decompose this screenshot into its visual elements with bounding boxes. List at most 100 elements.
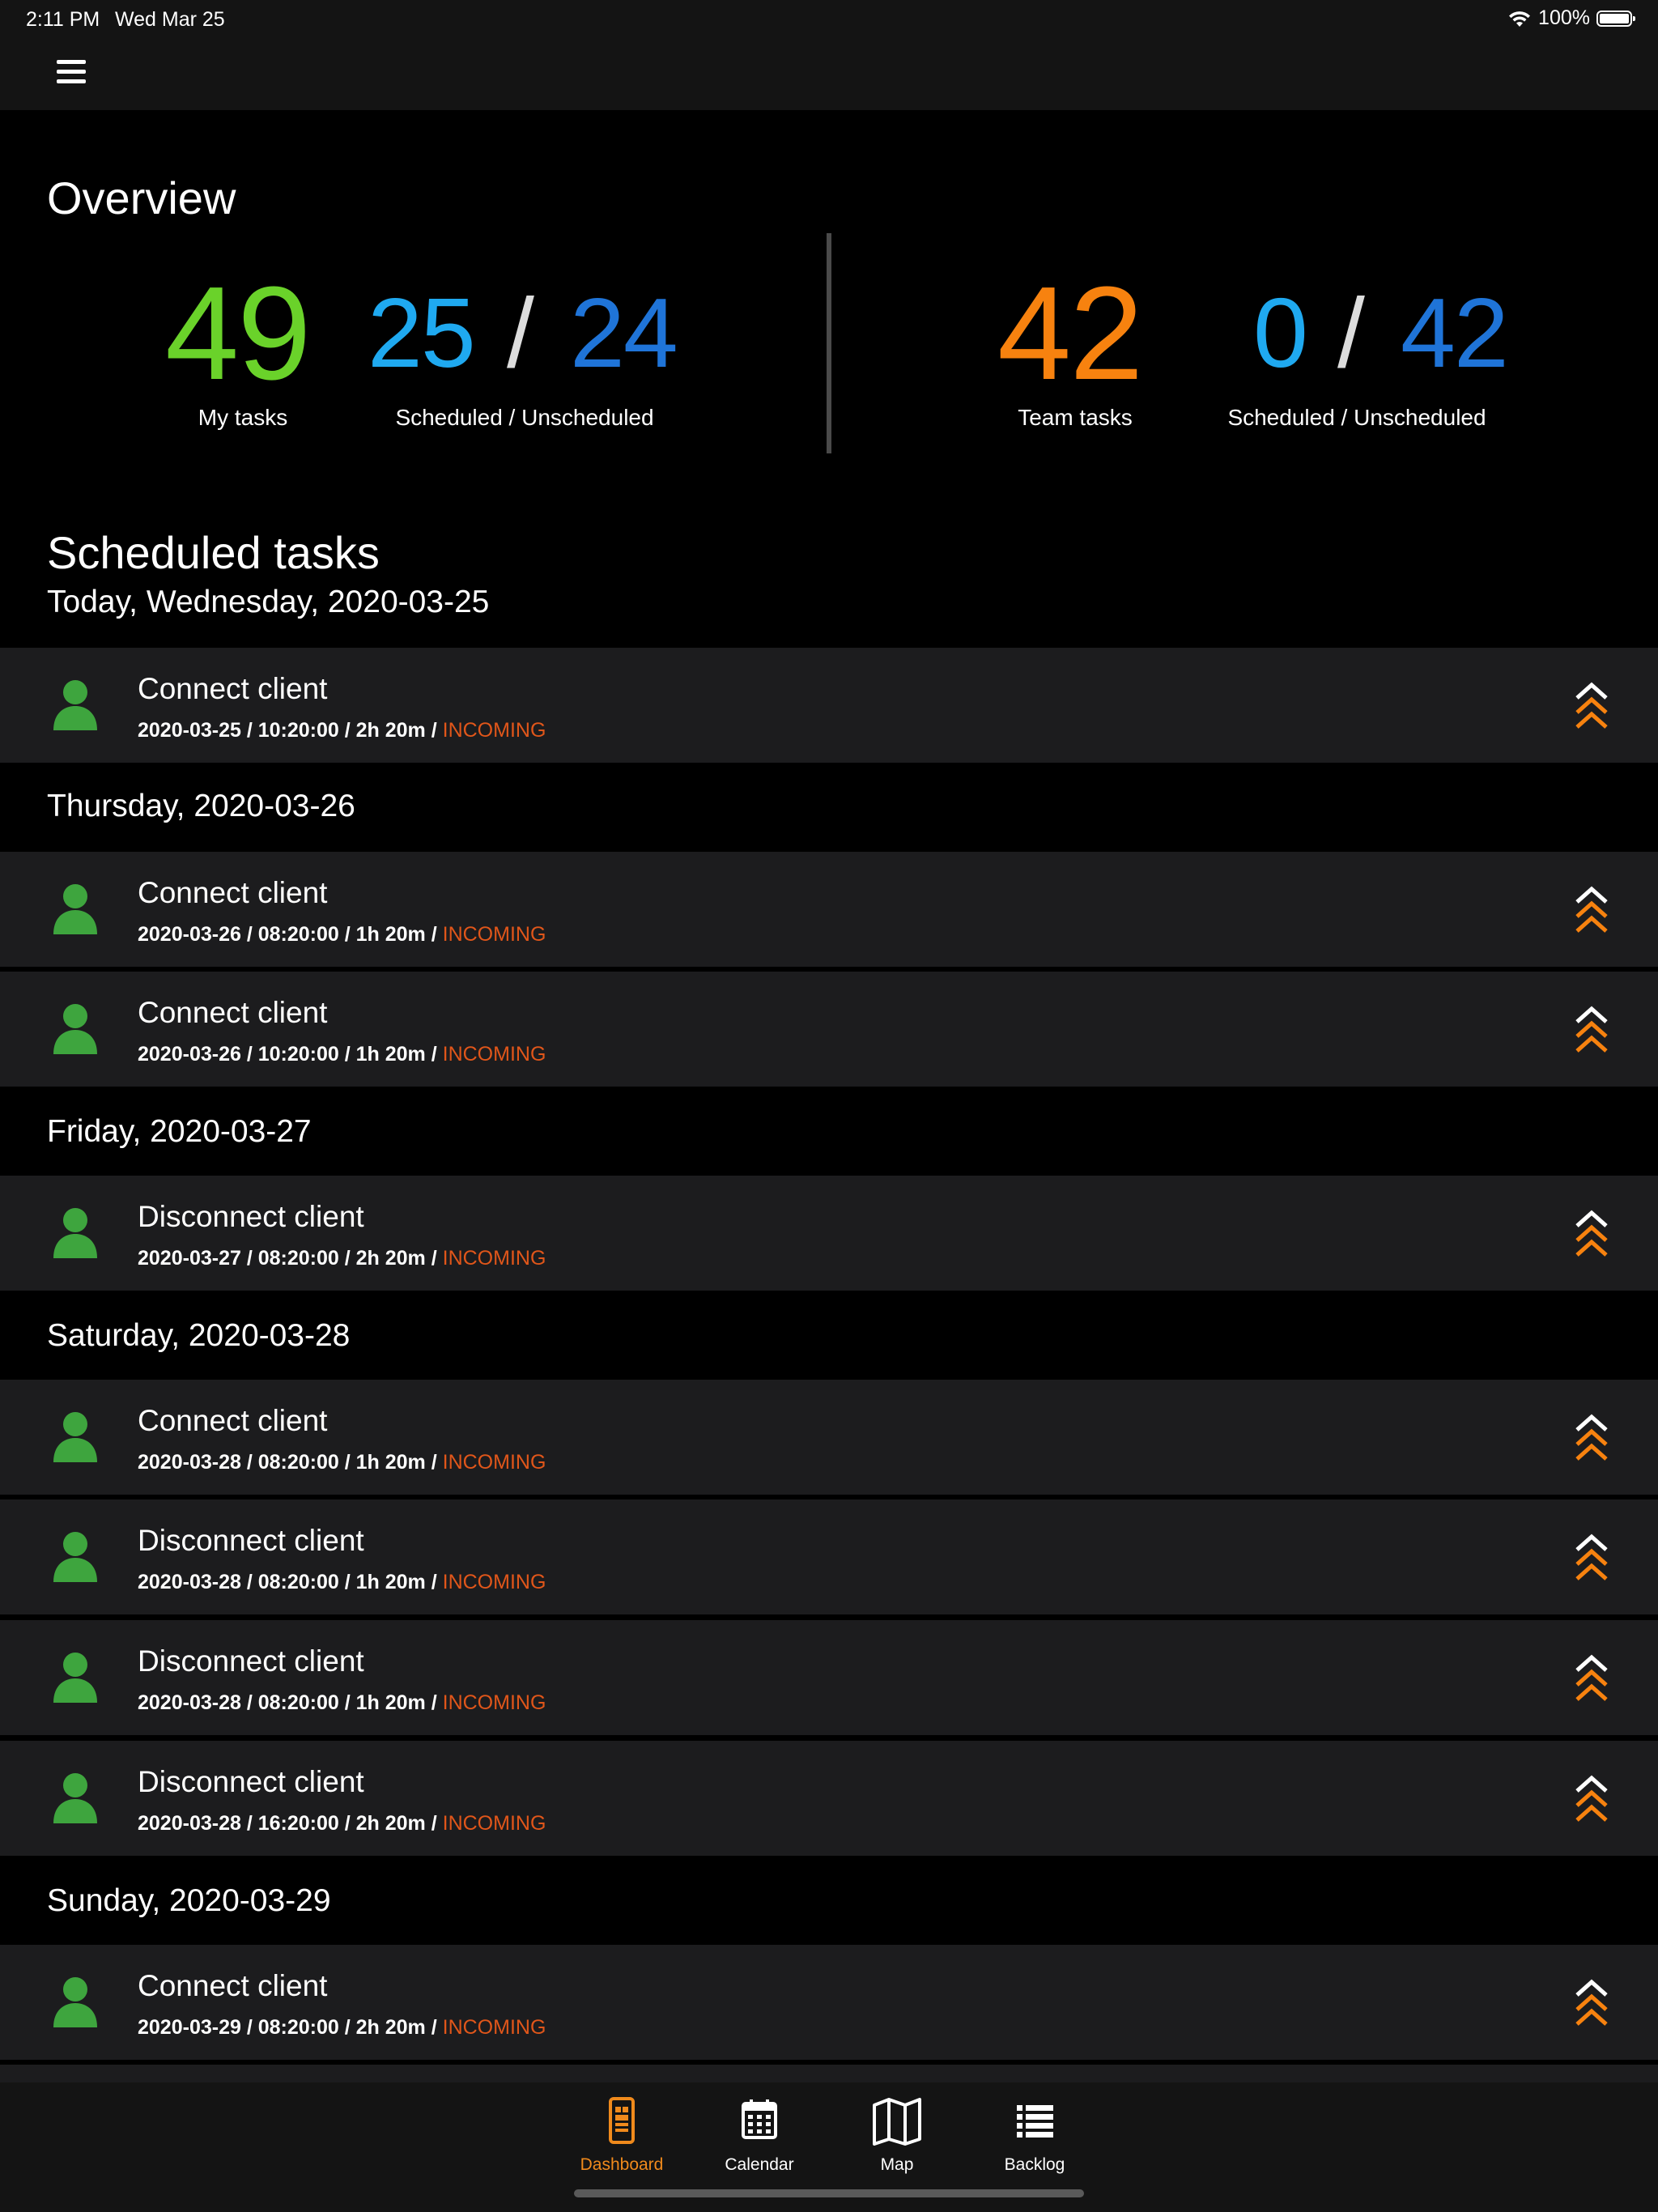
task-title: Connect client (138, 1404, 328, 1437)
task-row[interactable]: Connect client 2020-03-26 / 10:20:00 / 1… (0, 972, 1658, 1087)
menu-line (57, 79, 86, 83)
team-scheduled-count: 0 (1253, 278, 1308, 388)
priority-high-icon (1575, 1534, 1608, 1580)
tab-dashboard[interactable]: Dashboard (553, 2097, 691, 2175)
task-row[interactable]: Disconnect client 2020-03-28 / 16:20:00 … (0, 1741, 1658, 1856)
task-status: INCOMING (442, 1812, 546, 1835)
task-meta: 2020-03-27 / 08:20:00 / 2h 20m / INCOMIN… (138, 1247, 546, 1270)
task-title: Connect client (138, 672, 328, 705)
my-split-separator: / (507, 278, 534, 388)
task-title: Disconnect client (138, 1524, 364, 1557)
task-title: Connect client (138, 876, 328, 909)
task-details: 2020-03-26 / 08:20:00 / 1h 20m / (138, 923, 443, 946)
task-row[interactable]: Disconnect client 2020-03-28 / 08:20:00 … (0, 1620, 1658, 1735)
task-meta: 2020-03-26 / 08:20:00 / 1h 20m / INCOMIN… (138, 923, 546, 946)
priority-high-icon (1575, 1006, 1608, 1053)
user-icon (53, 1208, 97, 1258)
priority-high-icon (1575, 682, 1608, 729)
task-details: 2020-03-28 / 08:20:00 / 1h 20m / (138, 1691, 443, 1714)
task-details: 2020-03-28 / 08:20:00 / 1h 20m / (138, 1451, 443, 1474)
tab-backlog[interactable]: Backlog (966, 2097, 1103, 2175)
tab-label: Backlog (1004, 2155, 1065, 2174)
task-status: INCOMING (442, 1571, 546, 1593)
task-title: Disconnect client (138, 1200, 364, 1233)
priority-high-icon (1575, 1979, 1608, 2026)
priority-high-icon (1575, 1210, 1608, 1257)
tab-map[interactable]: Map (828, 2097, 966, 2175)
task-details: 2020-03-27 / 08:20:00 / 2h 20m / (138, 1247, 443, 1270)
user-icon (53, 884, 97, 934)
my-scheduled-count: 25 (368, 278, 476, 388)
day-header: Saturday, 2020-03-28 (47, 1318, 351, 1353)
team-split-separator: / (1337, 278, 1365, 388)
my-split-label: Scheduled / Unscheduled (395, 405, 654, 430)
scheduled-tasks-title: Scheduled tasks (47, 527, 380, 578)
overview-title: Overview (47, 172, 236, 223)
day-header: Friday, 2020-03-27 (47, 1114, 312, 1149)
priority-high-icon (1575, 1775, 1608, 1822)
battery-percent: 100% (1538, 6, 1590, 29)
task-row[interactable]: Disconnect client 2020-03-27 / 08:20:00 … (0, 1176, 1658, 1291)
tab-label: Map (880, 2155, 914, 2174)
wifi-icon (1509, 11, 1531, 27)
task-meta: 2020-03-26 / 10:20:00 / 1h 20m / INCOMIN… (138, 1043, 546, 1066)
nav-bar (0, 37, 1658, 110)
day-header: Today, Wednesday, 2020-03-25 (47, 585, 490, 619)
my-unscheduled-count: 24 (570, 278, 678, 388)
task-row[interactable]: Connect client 2020-03-29 / 08:20:00 / 2… (0, 1945, 1658, 2060)
status-date: Wed Mar 25 (115, 8, 225, 31)
task-meta: 2020-03-28 / 08:20:00 / 1h 20m / INCOMIN… (138, 1571, 546, 1594)
tab-label: Dashboard (580, 2155, 664, 2174)
map-icon (873, 2098, 921, 2146)
task-meta: 2020-03-29 / 08:20:00 / 2h 20m / INCOMIN… (138, 2016, 546, 2040)
hamburger-menu-button[interactable] (57, 60, 86, 84)
my-tasks-count: 49 (165, 259, 311, 407)
task-title: Connect client (138, 996, 328, 1029)
task-row[interactable]: Connect client 2020-03-28 / 08:20:00 / 1… (0, 1380, 1658, 1495)
my-tasks-label: My tasks (198, 405, 288, 430)
team-unscheduled-count: 42 (1401, 278, 1509, 388)
task-details: 2020-03-26 / 10:20:00 / 1h 20m / (138, 1043, 443, 1066)
task-details: 2020-03-29 / 08:20:00 / 2h 20m / (138, 2016, 443, 2039)
task-details: 2020-03-28 / 08:20:00 / 1h 20m / (138, 1571, 443, 1593)
task-status: INCOMING (442, 719, 546, 742)
menu-line (57, 70, 86, 74)
task-title: Connect client (138, 1969, 328, 2002)
task-row[interactable]: Connect client 2020-03-26 / 08:20:00 / 1… (0, 852, 1658, 967)
home-indicator (574, 2189, 1084, 2197)
user-icon (53, 1977, 97, 2027)
task-status: INCOMING (442, 2016, 546, 2039)
task-meta: 2020-03-25 / 10:20:00 / 2h 20m / INCOMIN… (138, 719, 546, 742)
team-split-label: Scheduled / Unscheduled (1227, 405, 1486, 430)
user-icon (53, 1412, 97, 1462)
task-title: Disconnect client (138, 1765, 364, 1798)
priority-high-icon (1575, 1414, 1608, 1461)
task-status: INCOMING (442, 1691, 546, 1714)
day-header: Sunday, 2020-03-29 (47, 1883, 331, 1918)
dashboard-icon (609, 2097, 635, 2144)
task-row[interactable]: Disconnect client 2020-03-28 / 08:20:00 … (0, 1499, 1658, 1614)
task-details: 2020-03-28 / 16:20:00 / 2h 20m / (138, 1812, 443, 1835)
task-status: INCOMING (442, 1247, 546, 1270)
list-icon (1017, 2105, 1053, 2138)
task-meta: 2020-03-28 / 16:20:00 / 2h 20m / INCOMIN… (138, 1812, 546, 1836)
battery-icon (1596, 10, 1635, 27)
user-icon (53, 1653, 97, 1703)
task-details: 2020-03-25 / 10:20:00 / 2h 20m / (138, 719, 443, 742)
task-row-partial (0, 2065, 1658, 2082)
status-right: 100% (1507, 6, 1635, 30)
user-icon (53, 1004, 97, 1054)
tab-label: Calendar (725, 2155, 794, 2174)
priority-high-icon (1575, 1654, 1608, 1701)
user-icon (53, 1532, 97, 1582)
task-status: INCOMING (442, 1043, 546, 1066)
user-icon (53, 1773, 97, 1823)
user-icon (53, 680, 97, 730)
team-tasks-count: 42 (997, 259, 1143, 407)
calendar-icon (742, 2099, 777, 2139)
status-bar: 2:11 PM Wed Mar 25 100% (0, 0, 1658, 37)
tab-calendar[interactable]: Calendar (691, 2097, 828, 2175)
task-row[interactable]: Connect client 2020-03-25 / 10:20:00 / 2… (0, 648, 1658, 763)
priority-high-icon (1575, 886, 1608, 933)
task-meta: 2020-03-28 / 08:20:00 / 1h 20m / INCOMIN… (138, 1691, 546, 1715)
